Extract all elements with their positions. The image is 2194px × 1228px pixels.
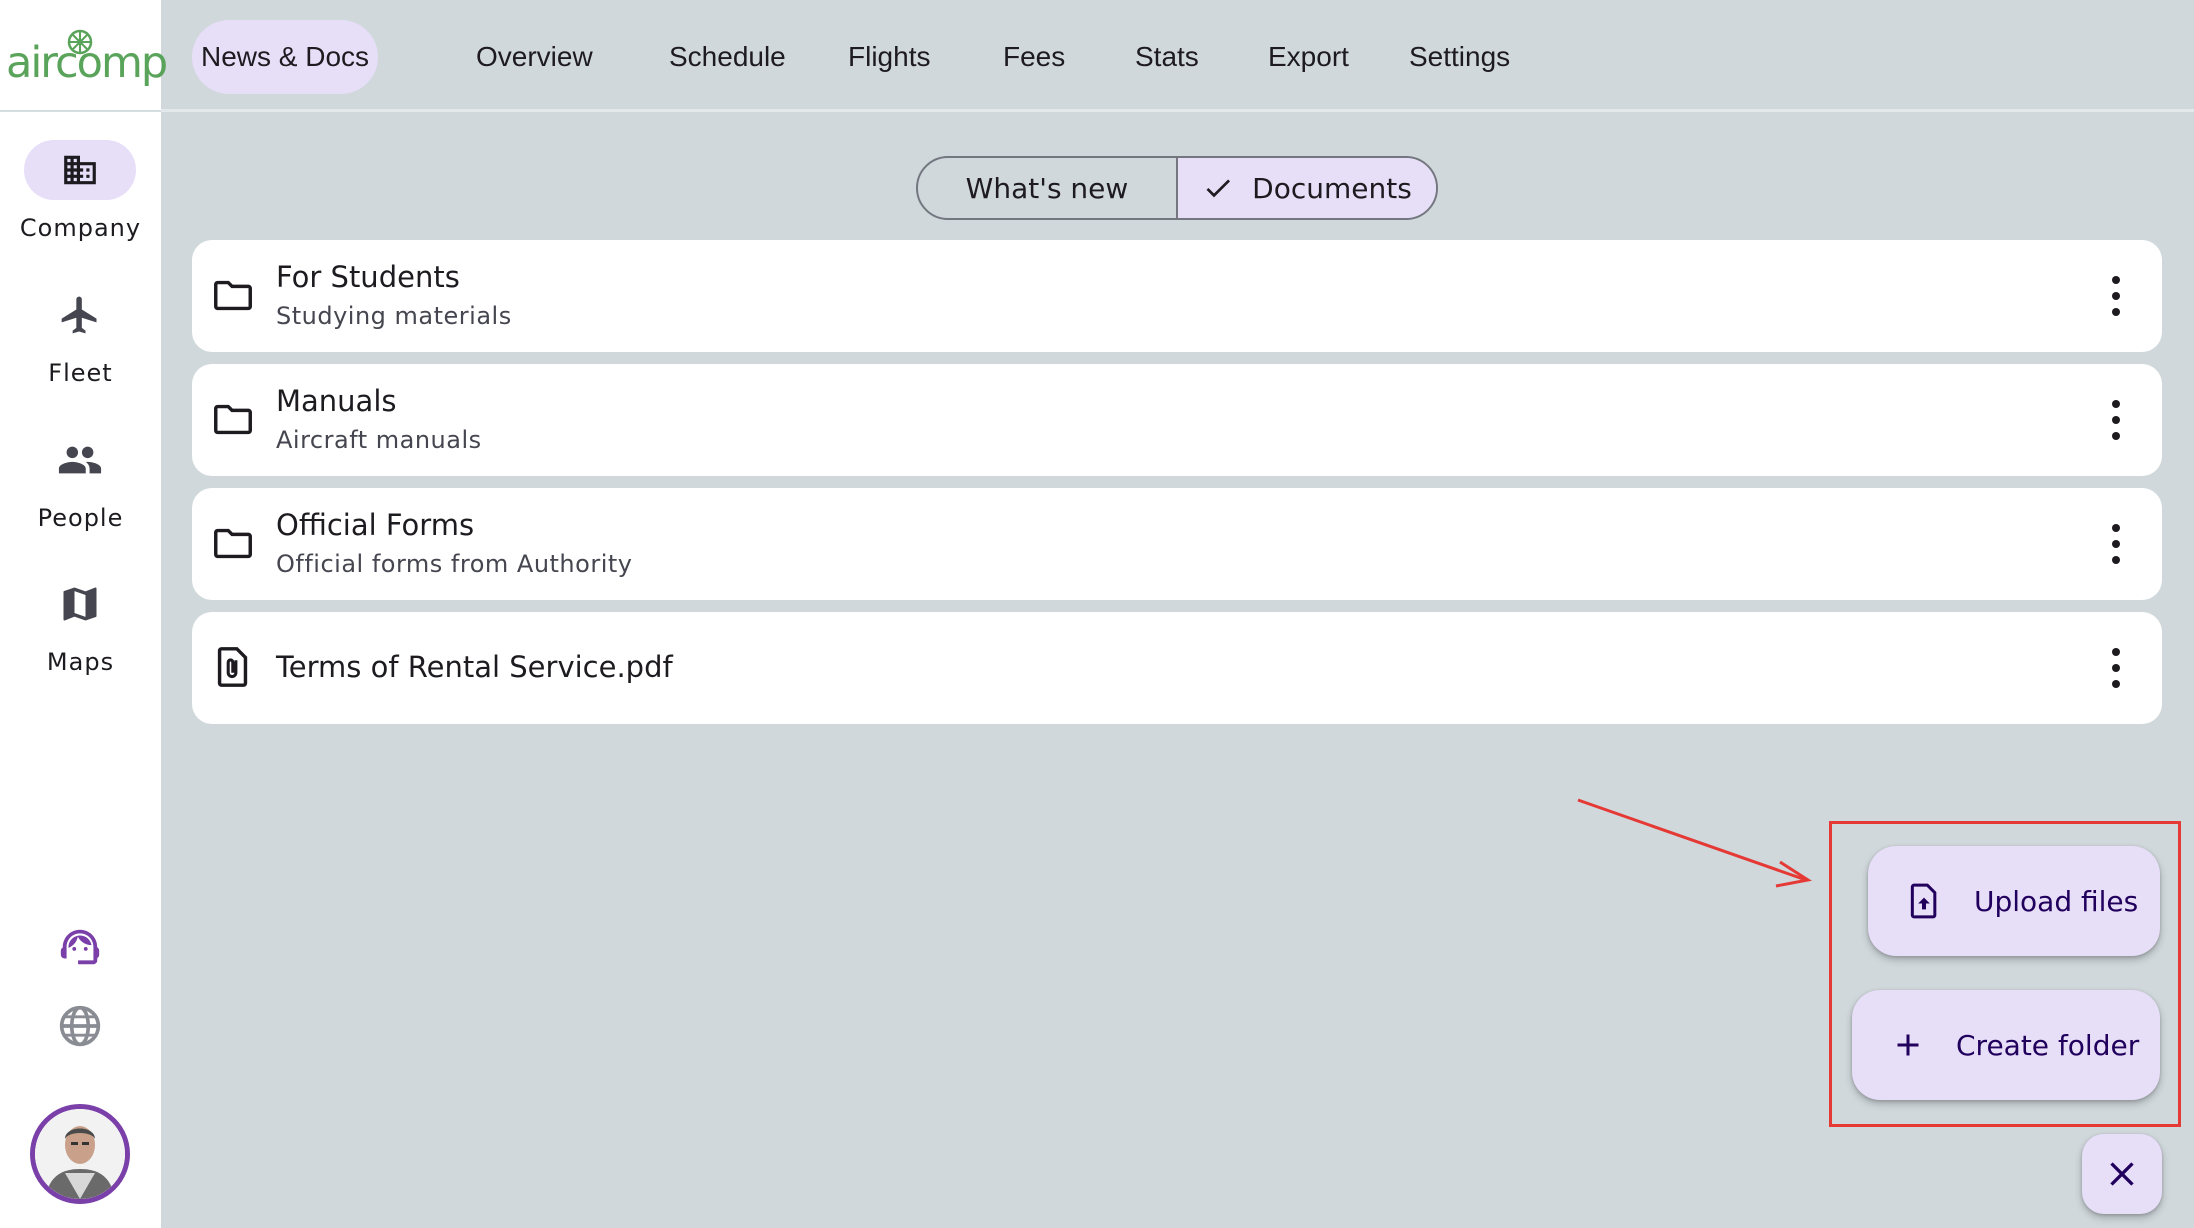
sidebar-item-fleet-indicator — [24, 285, 136, 345]
list-item-title: For Students — [276, 260, 460, 294]
upload-files-button[interactable]: Upload files — [1868, 846, 2160, 956]
more-options-icon[interactable] — [2110, 648, 2122, 688]
list-item-official-forms[interactable]: Official Forms Official forms from Autho… — [192, 488, 2162, 600]
check-icon — [1206, 179, 1231, 198]
tab-schedule[interactable]: Schedule — [669, 20, 786, 94]
list-item-subtitle: Aircraft manuals — [276, 426, 482, 454]
segment-label: What's new — [965, 171, 1129, 205]
folder-icon — [214, 280, 252, 311]
user-photo-icon — [35, 1109, 125, 1199]
sidebar-item-label: Maps — [46, 648, 115, 676]
upload-file-icon — [1910, 883, 1937, 919]
list-item-title: Official Forms — [276, 508, 475, 542]
view-toggle: What's new Documents — [916, 156, 1438, 220]
list-item-subtitle: Studying materials — [276, 302, 512, 330]
building-icon — [64, 155, 96, 185]
list-item-title: Manuals — [276, 384, 397, 418]
tab-fees[interactable]: Fees — [1003, 20, 1065, 94]
sidebar-item-people-indicator — [24, 430, 136, 490]
upload-files-label: Upload files — [1974, 884, 2139, 918]
sidebar: aircomp Company Fleet People Maps — [0, 0, 168, 1228]
list-item-for-students[interactable]: For Students Studying materials — [192, 240, 2162, 352]
tab-overview[interactable]: Overview — [476, 20, 593, 94]
more-options-icon[interactable] — [2110, 276, 2122, 316]
sidebar-item-label: Fleet — [48, 359, 113, 387]
folder-icon — [214, 404, 252, 435]
tab-export[interactable]: Export — [1268, 20, 1349, 94]
avatar[interactable] — [30, 1104, 130, 1204]
plus-icon — [1897, 1034, 1919, 1056]
sidebar-item-company-indicator — [24, 140, 136, 200]
create-folder-button[interactable]: Create folder — [1852, 990, 2160, 1100]
more-options-icon[interactable] — [2110, 524, 2122, 564]
support-agent-icon[interactable] — [56, 924, 104, 970]
airplane-icon — [61, 296, 97, 334]
map-icon — [63, 587, 97, 621]
sidebar-item-maps-indicator — [24, 574, 136, 634]
folder-icon — [214, 528, 252, 559]
tab-news-docs[interactable]: News & Docs — [192, 20, 378, 94]
sidebar-item-label: People — [37, 504, 124, 532]
segment-label: Documents — [1252, 171, 1412, 205]
list-item-terms-pdf[interactable]: Terms of Rental Service.pdf — [192, 612, 2162, 724]
sidebar-item-label: Company — [19, 214, 142, 242]
list-item-manuals[interactable]: Manuals Aircraft manuals — [192, 364, 2162, 476]
list-item-subtitle: Official forms from Authority — [276, 550, 633, 578]
globe-icon[interactable] — [58, 1004, 102, 1048]
more-options-icon[interactable] — [2110, 400, 2122, 440]
segment-documents[interactable]: Documents — [1178, 158, 1436, 218]
logo-text: aircomp — [6, 38, 168, 88]
top-tab-bar: News & Docs Overview Schedule Flights Fe… — [161, 0, 2194, 112]
annotation-arrow — [1577, 798, 1812, 888]
tab-flights[interactable]: Flights — [848, 20, 930, 94]
logo[interactable]: aircomp — [0, 0, 168, 112]
people-icon — [58, 446, 102, 474]
tab-settings[interactable]: Settings — [1409, 20, 1510, 94]
tab-stats[interactable]: Stats — [1135, 20, 1199, 94]
segment-whats-new[interactable]: What's new — [918, 158, 1178, 218]
create-folder-label: Create folder — [1956, 1028, 2140, 1062]
file-attachment-icon — [217, 647, 248, 687]
close-fab-button[interactable] — [2082, 1134, 2162, 1214]
list-item-title: Terms of Rental Service.pdf — [276, 650, 673, 684]
close-icon — [2110, 1162, 2134, 1186]
